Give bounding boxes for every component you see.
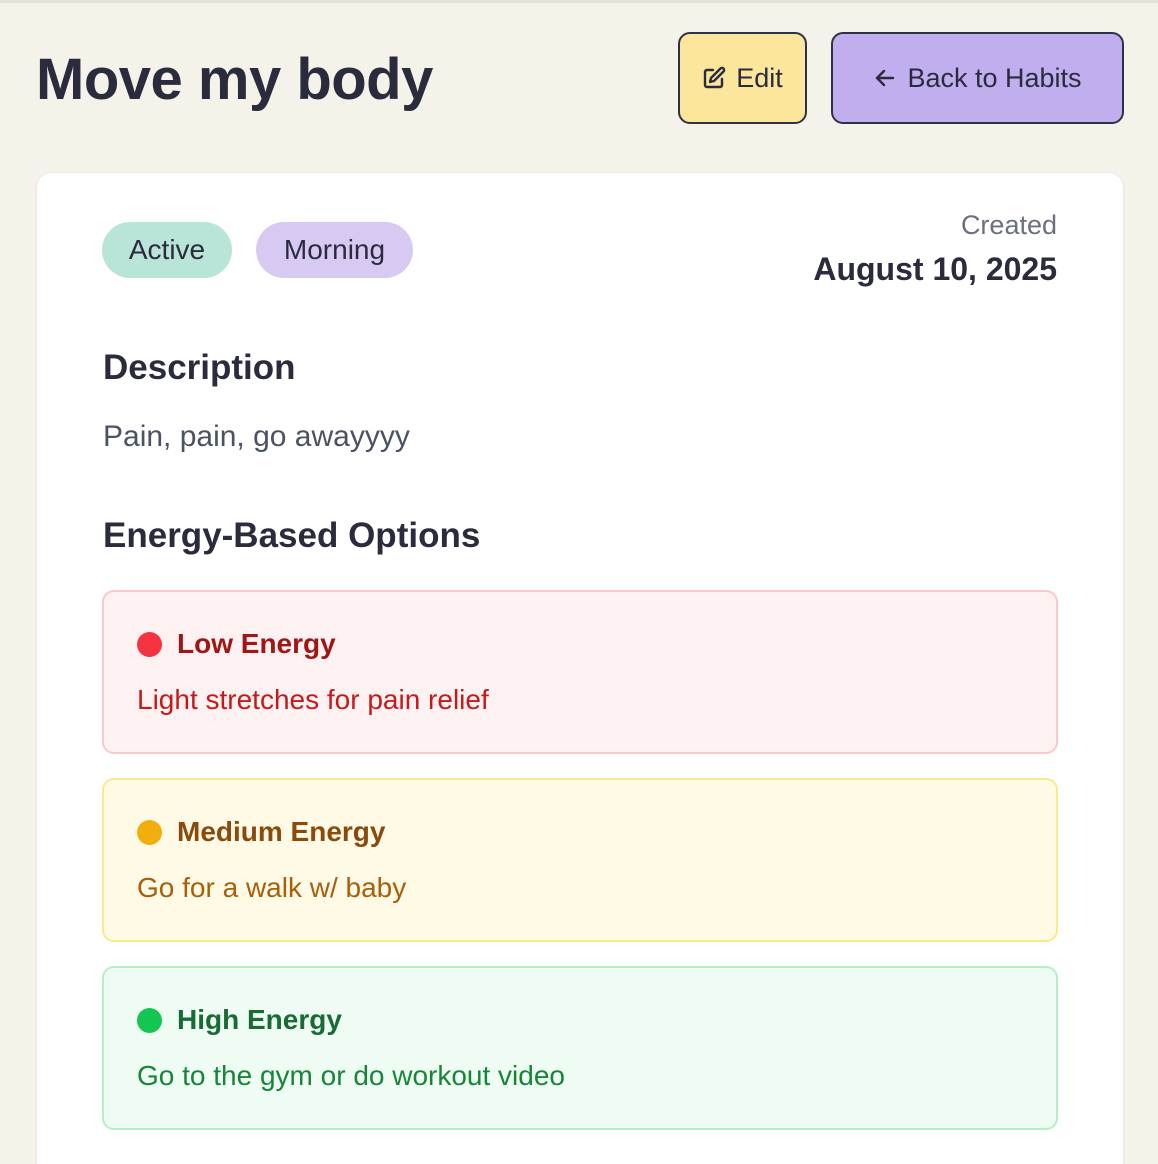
top-divider — [0, 0, 1158, 3]
option-level: Medium Energy — [177, 816, 386, 847]
low-energy-dot-icon — [137, 632, 162, 657]
high-energy-dot-icon — [137, 1008, 162, 1033]
energy-options-heading: Energy-Based Options — [103, 516, 481, 555]
edit-button-label: Edit — [736, 62, 783, 93]
created-label: Created — [960, 210, 1057, 240]
page-title: Move my body — [36, 47, 433, 112]
created-date: August 10, 2025 — [813, 251, 1057, 287]
edit-button[interactable]: Edit — [678, 32, 807, 124]
option-text: Light stretches for pain relief — [137, 684, 489, 715]
time-of-day-badge: Morning — [256, 222, 413, 278]
arrow-left-icon — [873, 66, 897, 90]
status-badge: Active — [102, 222, 232, 278]
edit-icon — [702, 66, 726, 90]
medium-energy-dot-icon — [137, 820, 162, 845]
medium-energy-option: Medium Energy Go for a walk w/ baby — [102, 778, 1058, 942]
description-heading: Description — [103, 348, 296, 387]
low-energy-option: Low Energy Light stretches for pain reli… — [102, 590, 1058, 754]
option-level: Low Energy — [177, 628, 336, 659]
option-text: Go for a walk w/ baby — [137, 872, 407, 903]
description-text: Pain, pain, go awayyyy — [103, 420, 410, 453]
option-level: High Energy — [177, 1004, 342, 1035]
back-to-habits-button[interactable]: Back to Habits — [831, 32, 1124, 124]
option-text: Go to the gym or do workout video — [137, 1060, 565, 1091]
high-energy-option: High Energy Go to the gym or do workout … — [102, 966, 1058, 1130]
back-button-label: Back to Habits — [907, 62, 1082, 93]
habit-detail-card: Active Morning Created August 10, 2025 D… — [37, 173, 1123, 1164]
